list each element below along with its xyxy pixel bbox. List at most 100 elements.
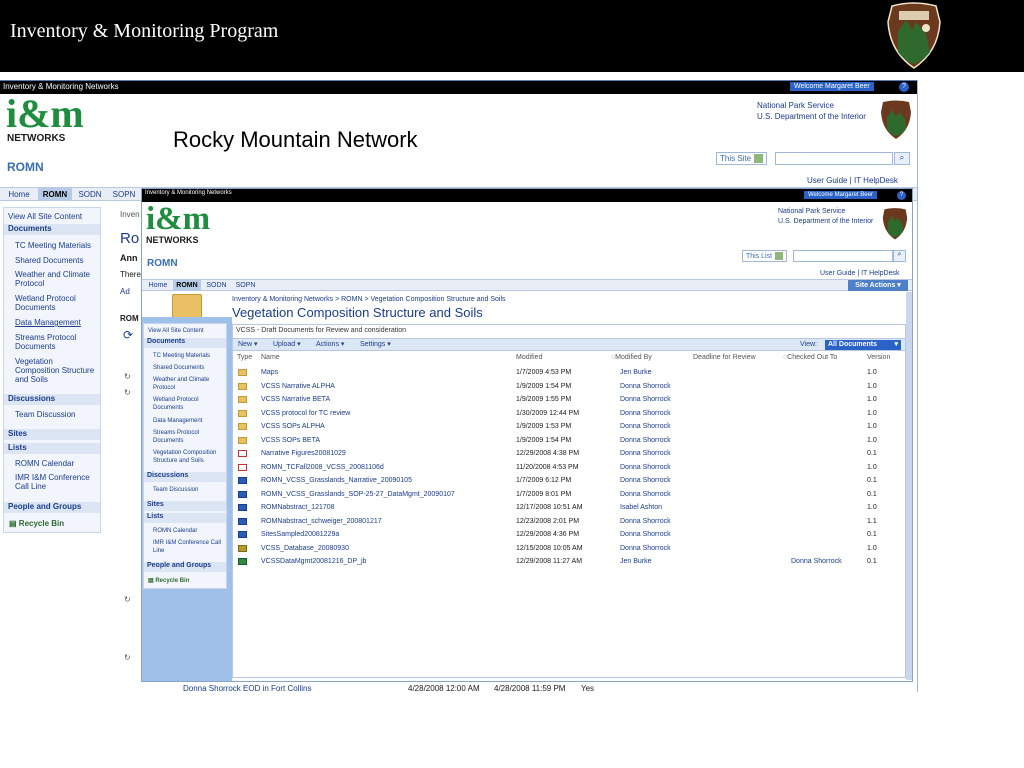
back-list-item[interactable]: ROMN Calendar	[15, 459, 74, 468]
front-tab-home[interactable]: Home	[145, 280, 171, 291]
table-row[interactable]: VCSS Narrative ALPHA 1/9/2009 1:54 PM Donn…	[233, 380, 905, 394]
back-doc-item[interactable]: Data Management	[15, 318, 81, 327]
front-sites-heading[interactable]: Sites	[144, 501, 226, 511]
settings-menu[interactable]: Settings ▾	[360, 340, 391, 348]
front-doc-item[interactable]: Streams Protocol Documents	[153, 429, 225, 445]
front-doc-item[interactable]: TC Meeting Materials	[153, 352, 210, 361]
calendar-event-title[interactable]: Donna Shorrock EOD in Fort Collins	[183, 684, 312, 693]
table-row[interactable]: Maps 1/7/2009 4:53 PM Jen Burke 1.0	[233, 366, 905, 380]
front-doc-item[interactable]: Weather and Climate Protocol	[153, 376, 225, 392]
front-search-scope[interactable]: This List	[742, 250, 788, 262]
back-tab-sopn[interactable]: SOPN	[108, 188, 140, 201]
back-search-icon[interactable]: ⌕	[894, 152, 910, 165]
new-menu[interactable]: New ▾	[238, 340, 257, 348]
back-user-links[interactable]: User Guide | IT HelpDesk	[807, 176, 898, 185]
front-view-all-link[interactable]: View All Site Content	[148, 327, 204, 336]
front-help-icon[interactable]: ?	[897, 191, 906, 200]
actions-menu[interactable]: Actions ▾	[316, 340, 344, 348]
back-tab-home[interactable]: Home	[4, 188, 34, 201]
row-name[interactable]: VCSSDataMgmt20081216_DP_jb	[261, 558, 366, 565]
breadcrumb[interactable]: Inventory & Monitoring Networks > ROMN >…	[232, 296, 506, 303]
table-row[interactable]: VCSS SOPs BETA 1/9/2009 1:54 PM Donna Shor…	[233, 434, 905, 448]
front-discussions-heading[interactable]: Discussions	[144, 472, 226, 482]
row-name[interactable]: ROMNabstract_121708	[261, 504, 335, 511]
row-name[interactable]: Narrative Figures20081029	[261, 450, 346, 457]
row-name[interactable]: VCSS protocol for TC review	[261, 410, 350, 417]
front-search-input[interactable]	[793, 250, 893, 262]
row-modified-by[interactable]: Isabel Ashton	[620, 504, 662, 511]
back-lists-heading[interactable]: Lists	[4, 443, 100, 454]
front-lists-heading[interactable]: Lists	[144, 513, 226, 523]
table-row[interactable]: ROMNabstract_121708 12/17/2008 10:51 AM Is…	[233, 501, 905, 515]
table-row[interactable]: ROMNabstract_schweiger_200801217 12/23/20…	[233, 515, 905, 529]
front-people-heading[interactable]: People and Groups	[144, 562, 226, 572]
table-row[interactable]: ROMN_VCSS_Grasslands_SOP-25-27_DataMgmt_…	[233, 488, 905, 502]
back-people-heading[interactable]: People and Groups	[4, 502, 100, 513]
table-row[interactable]: ROMN_TCFall2008_VCSS_20081106d 11/20/2008…	[233, 461, 905, 475]
column-version[interactable]: Version	[867, 354, 890, 361]
front-team-discussion[interactable]: Team Discussion	[153, 486, 198, 495]
column-modified[interactable]: Modified	[516, 354, 542, 361]
back-doc-item[interactable]: TC Meeting Materials	[15, 241, 91, 250]
row-name[interactable]: VCSS Narrative ALPHA	[261, 383, 335, 390]
column-modified-by[interactable]: ◌Modified By	[611, 354, 652, 361]
row-name[interactable]: SitesSampled20081229a	[261, 531, 339, 538]
front-tab-sopn[interactable]: SOPN	[232, 280, 259, 291]
back-recycle-bin[interactable]: ▤ Recycle Bin	[9, 519, 64, 528]
back-doc-item[interactable]: Wetland Protocol Documents	[15, 294, 99, 312]
back-tab-romn[interactable]: ROMN	[38, 188, 72, 201]
row-checked-out[interactable]: Donna Shorrock	[791, 558, 842, 565]
upload-menu[interactable]: Upload ▾	[273, 340, 301, 348]
back-help-icon[interactable]: ?	[899, 82, 909, 92]
back-search-input[interactable]	[775, 152, 893, 165]
table-row[interactable]: VCSS SOPs ALPHA 1/9/2009 1:53 PM Donna Sho…	[233, 420, 905, 434]
row-modified-by[interactable]: Donna Shorrock	[620, 450, 671, 457]
table-row[interactable]: Narrative Figures20081029 12/29/2008 4:38…	[233, 447, 905, 461]
row-modified-by[interactable]: Donna Shorrock	[620, 518, 671, 525]
row-name[interactable]: VCSS_Database_20080930	[261, 545, 349, 552]
row-name[interactable]: ROMN_TCFall2008_VCSS_20081106d	[261, 464, 384, 471]
front-welcome-menu[interactable]: Welcome Margaret Beer	[804, 191, 877, 199]
scrollbar[interactable]	[906, 292, 912, 680]
row-modified-by[interactable]: Jen Burke	[620, 558, 652, 565]
front-doc-item[interactable]: Wetland Protocol Documents	[153, 396, 225, 412]
row-name[interactable]: ROMNabstract_schweiger_200801217	[261, 518, 382, 525]
column-name[interactable]: Name	[261, 354, 280, 361]
back-list-item[interactable]: IMR I&M Conference Call Line	[15, 473, 99, 491]
row-modified-by[interactable]: Donna Shorrock	[620, 491, 671, 498]
table-row[interactable]: VCSSDataMgmt20081216_DP_jb 12/29/2008 11:…	[233, 555, 905, 569]
refresh-icon[interactable]: ⟳	[123, 328, 133, 342]
row-modified-by[interactable]: Donna Shorrock	[620, 531, 671, 538]
back-search-scope[interactable]: This Site	[716, 152, 768, 166]
back-doc-item[interactable]: Weather and Climate Protocol	[15, 270, 99, 288]
row-modified-by[interactable]: Donna Shorrock	[620, 477, 671, 484]
back-sites-heading[interactable]: Sites	[4, 429, 100, 440]
column-type[interactable]: Type	[237, 354, 252, 361]
row-name[interactable]: VCSS SOPs ALPHA	[261, 423, 325, 430]
front-list-item[interactable]: ROMN Calendar	[153, 527, 197, 536]
back-team-discussion[interactable]: Team Discussion	[15, 410, 75, 419]
back-tab-sodn[interactable]: SODN	[74, 188, 106, 201]
row-modified-by[interactable]: Donna Shorrock	[620, 396, 671, 403]
row-modified-by[interactable]: Donna Shorrock	[620, 464, 671, 471]
table-row[interactable]: VCSS Narrative BETA 1/9/2009 1:55 PM Donna…	[233, 393, 905, 407]
back-welcome-menu[interactable]: Welcome Margaret Beer	[790, 82, 874, 91]
front-doc-item[interactable]: Shared Documents	[153, 364, 204, 373]
row-modified-by[interactable]: Donna Shorrock	[620, 423, 671, 430]
row-modified-by[interactable]: Jen Burke	[620, 369, 652, 376]
front-documents-heading[interactable]: Documents	[144, 338, 226, 348]
front-tab-romn[interactable]: ROMN	[173, 280, 201, 291]
row-modified-by[interactable]: Donna Shorrock	[620, 383, 671, 390]
back-doc-item[interactable]: Streams Protocol Documents	[15, 333, 99, 351]
table-row[interactable]: SitesSampled20081229a 12/29/2008 4:36 PM D…	[233, 528, 905, 542]
back-doc-item[interactable]: Shared Documents	[15, 256, 83, 265]
view-selector[interactable]: All Documents ▾	[825, 340, 901, 350]
front-search-icon[interactable]: ⌕	[893, 250, 906, 262]
row-name[interactable]: ROMN_VCSS_Grasslands_SOP-25-27_DataMgmt_…	[261, 491, 455, 498]
front-list-item[interactable]: IMR I&M Conference Call Line	[153, 539, 225, 555]
row-name[interactable]: ROMN_VCSS_Grasslands_Narrative_20090105	[261, 477, 412, 484]
front-user-links[interactable]: User Guide | IT HelpDesk	[820, 270, 900, 277]
row-modified-by[interactable]: Donna Shorrock	[620, 437, 671, 444]
back-documents-heading[interactable]: Documents	[4, 224, 100, 235]
table-row[interactable]: VCSS_Database_20080930 12/15/2008 10:05 A…	[233, 542, 905, 556]
